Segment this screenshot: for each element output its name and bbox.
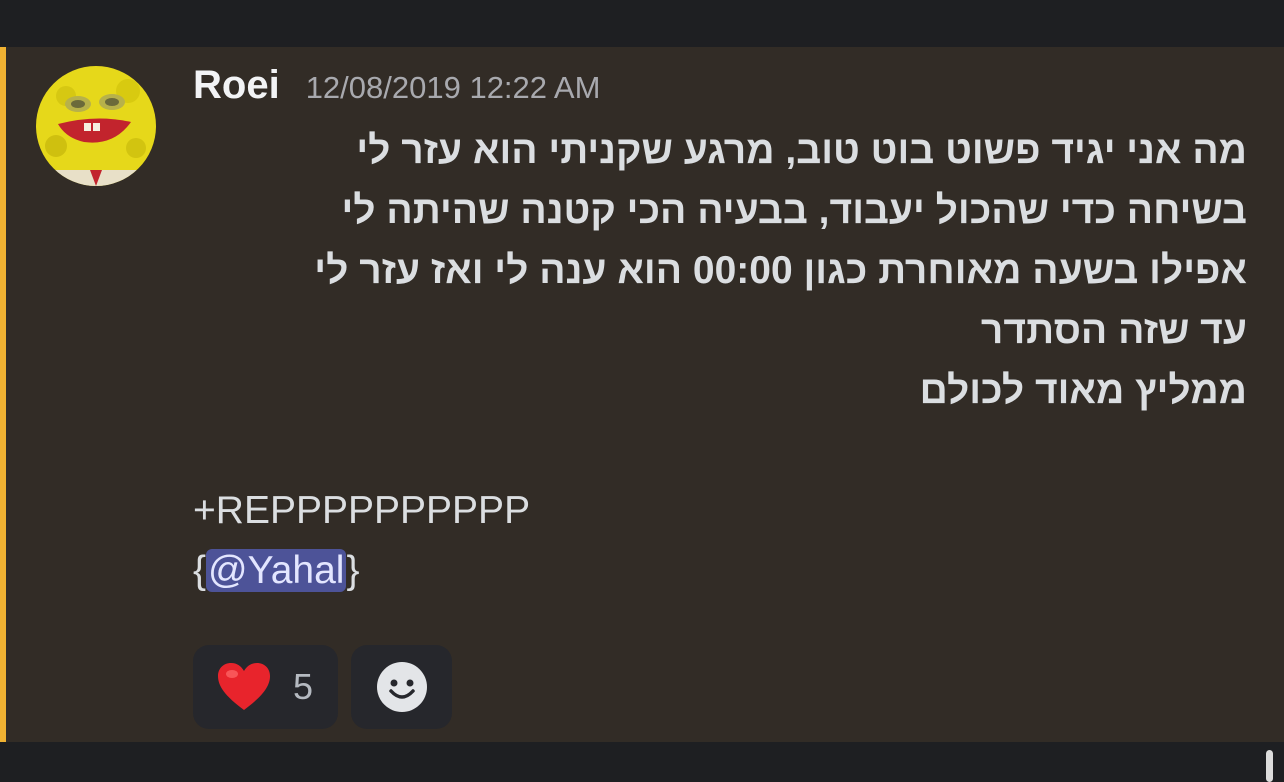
message-header: Roei 12/08/2019 12:22 AM [193, 63, 600, 113]
user-mention[interactable]: @Yahal [206, 549, 347, 592]
add-reaction-button[interactable] [351, 645, 452, 729]
avatar[interactable] [36, 66, 156, 186]
message-line: אפילו בשעה מאוחרת כגון 00:00 הוא ענה לי … [314, 249, 1247, 292]
reactions: 5 [193, 645, 452, 729]
add-reaction-icon [376, 662, 427, 712]
message-line: בשיחה כדי שהכול יעבוד, בבעיה הכי קטנה שה… [341, 189, 1247, 232]
mention-highlight-bar [0, 47, 6, 742]
mention-line: {@Yahal} [160, 541, 1247, 601]
message: Roei 12/08/2019 12:22 AM מה אני יגיד פשו… [0, 47, 1284, 742]
red-heart-icon [218, 663, 270, 710]
message-line: מה אני יגיד פשוט בוט טוב, מרגע שקניתי הו… [356, 129, 1247, 172]
bottom-bar [0, 742, 1284, 782]
message-line: ממליץ מאוד לכולם [919, 369, 1247, 412]
reaction-count: 5 [293, 666, 314, 707]
avatar-image [36, 66, 156, 186]
top-bar [0, 0, 1284, 47]
rep-line: +REPPPPPPPPPP [193, 489, 531, 532]
brace-open: { [193, 549, 207, 592]
timestamp: 12/08/2019 12:22 AM [305, 70, 601, 105]
brace-close: } [346, 549, 360, 592]
scrollbar[interactable] [1266, 750, 1273, 782]
message-content: מה אני יגיד פשוט בוט טוב, מרגע שקניתי הו… [160, 121, 1247, 601]
message-line: עד שזה הסתדר [980, 309, 1247, 352]
username[interactable]: Roei [193, 63, 280, 108]
heart-reaction[interactable]: 5 [193, 645, 338, 729]
